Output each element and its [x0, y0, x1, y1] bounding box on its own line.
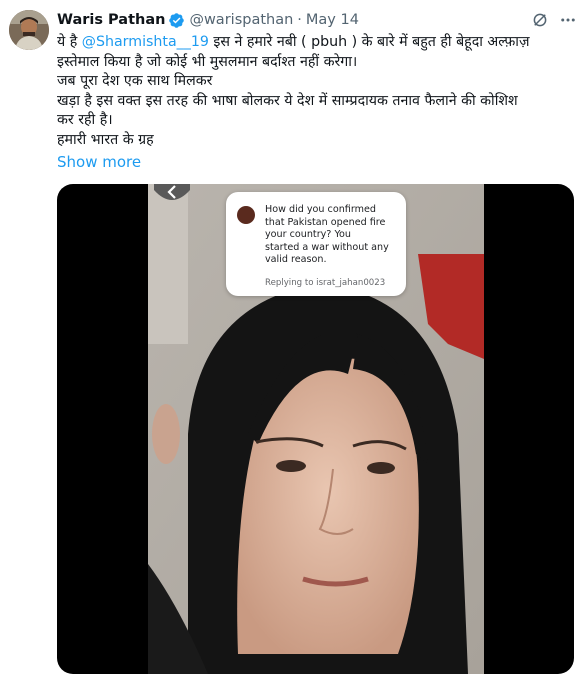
- tweet-media[interactable]: How did you confirmed that Pakistan open…: [57, 184, 574, 674]
- tweet-text-line: जब पूरा देश एक साथ मिलकर: [57, 73, 213, 90]
- tweet-text-line: ये है @Sharmishta__19 इस ने हमारे नबी ( …: [57, 34, 530, 50]
- tweet-text-line: इस्तेमाल किया है जो कोई भी मुसलमान बर्दा…: [57, 53, 358, 70]
- question-reply-label: Replying to israt_jahan0023: [265, 278, 386, 288]
- header-separator: ·: [297, 12, 302, 28]
- back-arrow-icon[interactable]: [154, 184, 190, 204]
- question-avatar: [237, 206, 255, 224]
- question-sticker: How did you confirmed that Pakistan open…: [226, 192, 406, 296]
- grok-icon[interactable]: [531, 11, 549, 29]
- tweet-header: Waris Pathan @warispathan · May 14: [57, 10, 359, 30]
- show-more-link[interactable]: Show more: [57, 152, 141, 172]
- mention-link[interactable]: @Sharmishta__19: [82, 34, 209, 50]
- author-name[interactable]: Waris Pathan: [57, 12, 165, 28]
- tweet-text: ये है @Sharmishta__19 इस ने हमारे नबी ( …: [57, 33, 577, 151]
- more-options-icon[interactable]: [559, 11, 577, 29]
- tweet-text-line: कर रही है।: [57, 112, 113, 129]
- author-handle[interactable]: @warispathan: [189, 12, 293, 28]
- tweet-text-line: खड़ा है इस वक्त इस तरह की भाषा बोलकर ये …: [57, 92, 518, 109]
- verified-badge-icon: [169, 12, 185, 28]
- tweet-text-line: हमारी भारत के ग्रह: [57, 131, 154, 148]
- avatar-image: [9, 10, 49, 50]
- tweet-date[interactable]: May 14: [306, 12, 359, 28]
- question-text: How did you confirmed that Pakistan open…: [265, 204, 389, 266]
- author-avatar[interactable]: [9, 10, 49, 50]
